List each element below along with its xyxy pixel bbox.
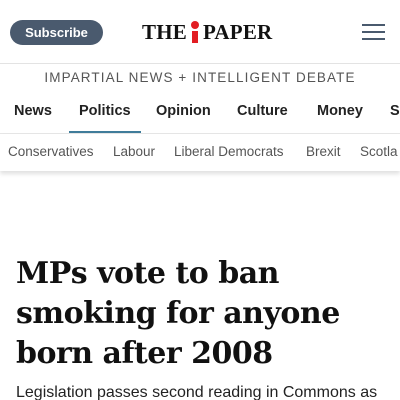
nav-item-news[interactable]: News xyxy=(14,96,52,133)
hamburger-menu-icon[interactable] xyxy=(362,23,386,41)
logo-text-paper: PAPER xyxy=(202,19,273,44)
article-headline: MPs vote to ban smoking for anyone born … xyxy=(16,256,340,371)
nav-item-opinion[interactable]: Opinion xyxy=(156,96,211,133)
primary-nav: News Politics Opinion Culture Money S xyxy=(0,96,400,134)
subnav-item-scotland[interactable]: Scotla xyxy=(360,144,398,159)
article-standfirst: Legislation passes second reading in Com… xyxy=(16,384,378,400)
subnav-item-labour[interactable]: Labour xyxy=(113,144,155,159)
nav-item-politics[interactable]: Politics xyxy=(69,96,141,133)
nav-item-culture[interactable]: Culture xyxy=(237,96,288,133)
site-header: Subscribe THE PAPER xyxy=(0,0,400,64)
subnav-item-liberal-democrats[interactable]: Liberal Democrats xyxy=(174,144,284,159)
logo-i-icon xyxy=(190,21,200,43)
subnav-item-conservatives[interactable]: Conservatives xyxy=(8,144,94,159)
secondary-nav: Conservatives Labour Liberal Democrats B… xyxy=(0,134,400,171)
nav-item-partial[interactable]: S xyxy=(390,96,400,133)
subnav-item-brexit[interactable]: Brexit xyxy=(306,144,341,159)
logo-text-the: THE xyxy=(142,19,187,44)
site-tagline: IMPARTIAL NEWS + INTELLIGENT DEBATE xyxy=(44,70,356,85)
nav-item-money[interactable]: Money xyxy=(317,96,363,133)
subscribe-button[interactable]: Subscribe xyxy=(10,20,103,45)
site-logo[interactable]: THE PAPER xyxy=(142,18,272,46)
